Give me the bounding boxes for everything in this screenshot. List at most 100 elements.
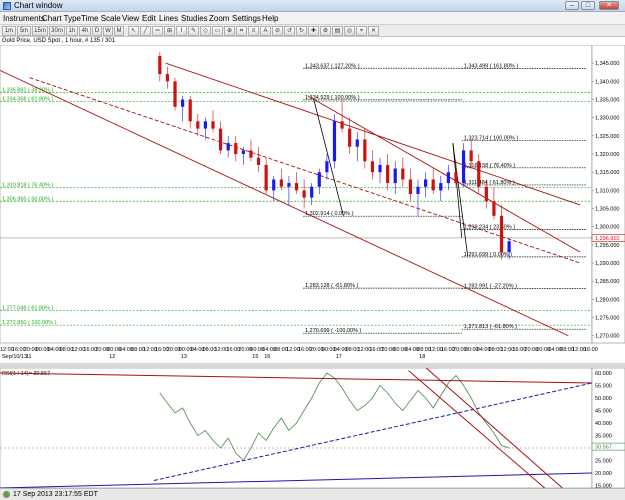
hline-tool-icon[interactable]: ═ — [152, 26, 163, 36]
rect-tool-icon[interactable]: ▭ — [212, 26, 223, 36]
timeframe-30m-button[interactable]: 30m — [49, 26, 65, 36]
price-tick-label: 1,285.000 — [595, 279, 619, 285]
fork-tool-icon[interactable]: ⌇ — [176, 26, 187, 36]
candle-body — [264, 164, 268, 191]
candle-body — [302, 190, 306, 198]
fib-black-label: 1,291.699 ( 0.00% ) — [464, 252, 512, 258]
candle-body — [325, 161, 329, 173]
menu-settings[interactable]: Settings — [232, 14, 261, 23]
candle-body — [416, 186, 420, 194]
window-icon — [3, 2, 11, 10]
price-tick-label: 1,300.000 — [595, 225, 619, 231]
menu-help[interactable]: Help — [262, 14, 278, 23]
candle-body — [454, 172, 458, 184]
day-tick-label: 16 — [264, 354, 270, 360]
undo-tool-icon[interactable]: ↺ — [284, 26, 295, 36]
candle-body — [423, 179, 428, 187]
pane-splitter[interactable] — [0, 363, 625, 368]
maximize-button[interactable]: □ — [581, 1, 595, 10]
candle-body — [401, 168, 405, 180]
symbol-label: Gold Price, USD Spot , 1 hour, # 135 / 3… — [2, 38, 116, 44]
layout-tool-icon[interactable]: ▤ — [332, 26, 343, 36]
candle-body — [234, 143, 238, 155]
channel-tool-icon[interactable]: ≡ — [248, 26, 259, 36]
candle-body — [431, 179, 435, 191]
fib-tool-icon[interactable]: ⌗ — [236, 26, 247, 36]
menu-chart-type[interactable]: Chart Type — [42, 14, 81, 23]
candle-body — [340, 121, 344, 129]
candle-body — [241, 150, 245, 155]
rsi-tick-label: 50.000 — [595, 396, 612, 402]
time-tick-label: 16:00 — [584, 347, 598, 353]
status-timestamp: 17 Sep 2013 23:17:55 EDT — [13, 491, 98, 498]
timeframe-1h-button[interactable]: 1h — [66, 26, 78, 36]
candle-body — [181, 99, 185, 107]
fib-black-label: 1,282.991 ( -27.20% ) — [464, 283, 517, 289]
chart-area[interactable]: 1,345.000 1,340.000 1,335.000 1,330.000 1,32… — [0, 45, 625, 488]
rsi-tick-label: 40.000 — [595, 421, 612, 427]
price-tick-label: 1,345.000 — [595, 61, 619, 67]
candle-body — [249, 150, 253, 158]
candle-body — [477, 161, 481, 187]
rsi-tick-label: 60.000 — [595, 371, 612, 377]
candle-body — [287, 183, 291, 187]
price-tick-label: 1,320.000 — [595, 152, 619, 158]
day-tick-label: 12 — [109, 354, 115, 360]
timeframe-15m-button[interactable]: 15m — [32, 26, 48, 36]
diamond-tool-icon[interactable]: ◇ — [200, 26, 211, 36]
candle-body — [203, 121, 207, 129]
price-tick-label: 1,325.000 — [595, 134, 619, 140]
timeframe-1m-button[interactable]: 1m — [2, 26, 16, 36]
settings-tool-icon[interactable]: ⚙ — [320, 26, 331, 36]
fib-black-label: 1,271.813 ( -61.80% ) — [464, 324, 517, 330]
candle-body — [294, 183, 299, 191]
timeframe-d-button[interactable]: D — [92, 26, 102, 36]
fib-black-label: 1,283.128 ( -61.80% ) — [305, 283, 358, 289]
main-pane — [0, 45, 593, 344]
crosshair-tool-icon[interactable]: ⊕ — [224, 26, 235, 36]
price-tick-label: 1,290.000 — [595, 261, 619, 267]
pencil-tool-icon[interactable]: ✎ — [188, 26, 199, 36]
target-tool-icon[interactable]: ⌖ — [356, 26, 367, 36]
menu-view[interactable]: View — [122, 14, 139, 23]
candle-body — [355, 139, 359, 147]
connection-icon — [3, 491, 10, 498]
price-tick-label: 1,280.000 — [595, 297, 619, 303]
candle-body — [279, 179, 283, 187]
menu-bar: Instruments Chart Type Time Scale View E… — [0, 12, 625, 25]
timeframe-m-button[interactable]: M — [114, 26, 124, 36]
add-tool-icon[interactable]: ✚ — [308, 26, 319, 36]
candle-body — [196, 121, 200, 129]
candle-body — [469, 150, 473, 162]
rsi-tick-label: 55.000 — [595, 384, 612, 390]
line-tool-icon[interactable]: ╱ — [140, 26, 151, 36]
current-price-label: 1,296.910 — [595, 236, 619, 242]
close-button[interactable]: ✕ — [599, 1, 619, 10]
cursor-tool-icon[interactable]: ↖ — [128, 26, 139, 36]
menu-time-scale[interactable]: Time Scale — [81, 14, 121, 23]
menu-edit[interactable]: Edit — [142, 14, 156, 23]
redo-tool-icon[interactable]: ↻ — [296, 26, 307, 36]
minimize-button[interactable]: – — [565, 1, 579, 10]
text-tool-icon[interactable]: A — [260, 26, 271, 36]
day-tick-label: 17 — [336, 354, 342, 360]
menu-zoom[interactable]: Zoom — [209, 14, 229, 23]
grid-tool-icon[interactable]: ⊞ — [164, 26, 175, 36]
candle-body — [370, 161, 375, 173]
day-tick-label: 15 — [252, 354, 258, 360]
fib-green-label: 1,306.965 ( 50.00% ) — [2, 196, 54, 202]
ellipse-tool-icon[interactable]: ◎ — [344, 26, 355, 36]
menu-studies[interactable]: Studies — [181, 14, 208, 23]
price-tick-label: 1,275.000 — [595, 316, 619, 322]
price-tick-label: 1,315.000 — [595, 170, 619, 176]
candle-body — [484, 186, 488, 202]
timeframe-w-button[interactable]: W — [103, 26, 113, 36]
erase-tool-icon[interactable]: ⊘ — [272, 26, 283, 36]
timeframe-5m-button[interactable]: 5m — [17, 26, 31, 36]
menu-instruments[interactable]: Instruments — [3, 14, 45, 23]
fib-black-label: 1,270.699 ( -100.00% ) — [305, 328, 361, 334]
timeframe-4h-button[interactable]: 4h — [79, 26, 91, 36]
delete-tool-icon[interactable]: ✕ — [368, 26, 379, 36]
symbol-bar: Gold Price, USD Spot , 1 hour, # 135 / 3… — [0, 37, 625, 45]
menu-lines[interactable]: Lines — [159, 14, 178, 23]
